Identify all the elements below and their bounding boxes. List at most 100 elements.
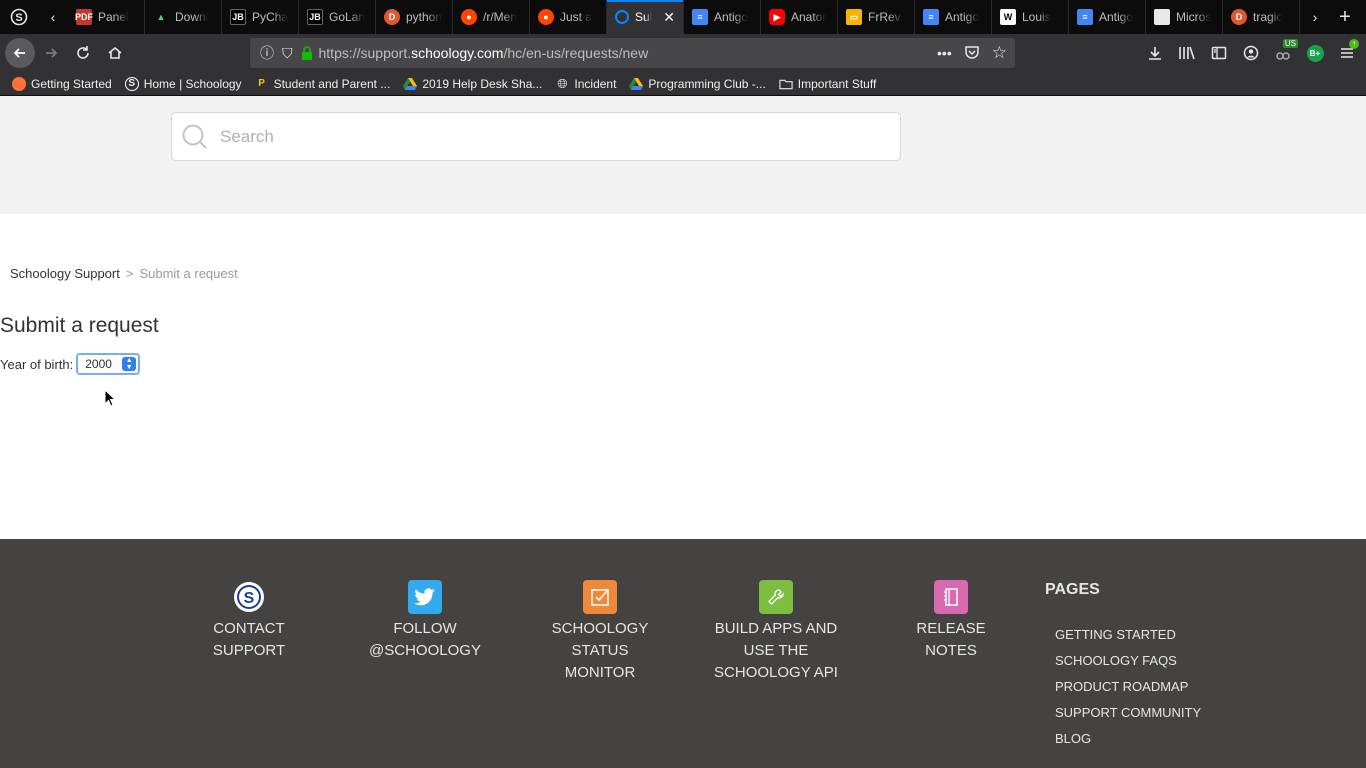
extension-b-icon: B+ (1306, 44, 1324, 62)
lock-icon[interactable] (301, 46, 313, 60)
forward-button[interactable] (35, 37, 67, 69)
bookmark-home-schoology[interactable]: S Home | Schoology (124, 76, 242, 91)
search-input[interactable] (220, 126, 820, 147)
footer-link-blog[interactable]: BLOG (1055, 731, 1201, 757)
list-all-tabs-button[interactable]: ⌄ (1360, 0, 1366, 34)
sidebar-button[interactable] (1206, 37, 1232, 69)
bookmarks-toolbar: Getting Started S Home | Schoology P Stude… (0, 72, 1366, 96)
tab[interactable]: Micros (1146, 0, 1223, 34)
bookmark-student-parent[interactable]: P Student and Parent ... (255, 77, 390, 91)
update-available-icon: ↑ (1349, 39, 1359, 49)
tab[interactable]: ▶ Anator (761, 0, 838, 34)
footer: S CONTACT SUPPORT FOLLOW @SCHOOLOGY SCHO… (0, 539, 1366, 768)
tab[interactable]: ≡ Antigo (1069, 0, 1146, 34)
account-icon (1243, 45, 1259, 61)
back-button[interactable] (5, 38, 35, 68)
close-tab-icon[interactable]: ✕ (663, 9, 675, 26)
grammar-extension-button[interactable]: B+ (1302, 37, 1328, 69)
vpn-extension-button[interactable]: US (1270, 37, 1298, 69)
footer-contact-support[interactable]: S CONTACT SUPPORT (174, 580, 324, 662)
tab-active[interactable]: Sul ✕ (607, 0, 684, 34)
menu-button[interactable]: ↑ (1334, 37, 1360, 69)
sidebar-icon (1211, 46, 1227, 60)
tab[interactable]: JB GoLan (299, 0, 376, 34)
bookmark-star-icon[interactable]: ☆ (992, 43, 1007, 63)
page-title: Submit a request (0, 314, 159, 337)
url-bar[interactable]: ⓘ ⛉ https://support.schoology.com/hc/en-… (250, 38, 1015, 68)
chevron-right-icon: › (1312, 9, 1318, 25)
download-icon (1149, 47, 1161, 60)
reddit-icon: ● (538, 9, 554, 25)
breadcrumb-separator: > (125, 266, 134, 281)
extension-badge: US (1282, 39, 1298, 48)
tab[interactable]: ≡ Antigo (915, 0, 992, 34)
footer-follow-twitter[interactable]: FOLLOW @SCHOOLOGY (350, 580, 500, 662)
tab[interactable]: W Louis (992, 0, 1069, 34)
slides-icon: ▭ (846, 9, 862, 25)
library-button[interactable] (1174, 37, 1200, 69)
docs-icon: ≡ (692, 9, 708, 25)
globe-icon: 🌐︎ (557, 75, 568, 91)
tab[interactable]: ●/r/Men (453, 0, 530, 34)
scroll-tabs-right-button[interactable]: › (1300, 0, 1330, 34)
footer-link-product-roadmap[interactable]: PRODUCT ROADMAP (1055, 679, 1201, 705)
info-icon[interactable]: ⓘ (260, 43, 274, 63)
pdf-icon: PDF (75, 9, 93, 25)
bookmark-help-desk[interactable]: 2019 Help Desk Sha... (403, 77, 542, 91)
reddit-icon: ● (461, 9, 477, 25)
duckduckgo-icon: D (1231, 9, 1247, 25)
tracking-shield-icon[interactable]: ⛉ (282, 45, 293, 62)
pinned-tab-schoology[interactable]: S (0, 0, 38, 34)
bookmark-folder-important-stuff[interactable]: Important Stuff (779, 77, 876, 91)
year-of-birth-field: Year of birth: 2000 ▲ ▼ (0, 353, 141, 375)
home-button[interactable] (99, 37, 131, 69)
chevron-left-icon: ‹ (50, 9, 56, 25)
reload-icon (77, 46, 89, 59)
scroll-tabs-left-button[interactable]: ‹ (38, 0, 68, 34)
bookmark-programming-club[interactable]: Programming Club -... (629, 77, 766, 91)
docs-icon: ≡ (1077, 9, 1093, 25)
new-tab-button[interactable]: + (1330, 0, 1360, 34)
year-of-birth-stepper[interactable]: 2000 ▲ ▼ (76, 353, 141, 375)
tab[interactable]: PDF Panel (68, 0, 145, 34)
schoology-s-icon: S (10, 8, 28, 26)
footer-build-apps-api[interactable]: BUILD APPS AND USE THE SCHOOLOGY API (701, 580, 851, 684)
year-of-birth-value: 2000 (85, 357, 112, 371)
url-text[interactable]: https://support.schoology.com/hc/en-us/r… (319, 45, 649, 61)
tab[interactable]: ▭ FrRev. (838, 0, 915, 34)
footer-link-support-community[interactable]: SUPPORT COMMUNITY (1055, 705, 1201, 731)
footer-pages-list: GETTING STARTED SCHOOLOGY FAQS PRODUCT R… (1055, 627, 1201, 757)
tab[interactable]: Dtragic (1223, 0, 1300, 34)
tab[interactable]: ● Just a (530, 0, 607, 34)
account-button[interactable] (1238, 37, 1264, 69)
breadcrumb-link-support[interactable]: Schoology Support (10, 266, 120, 281)
twitter-icon (408, 580, 442, 614)
downloads-button[interactable] (1142, 37, 1168, 69)
jetbrains-icon: JB (307, 9, 323, 25)
stepper-arrows-icon[interactable]: ▲ ▼ (122, 357, 137, 371)
toolbar-right: US B+ ↑ (1142, 34, 1366, 72)
reload-button[interactable] (67, 37, 99, 69)
url-prefix: https://support. (318, 45, 412, 61)
footer-link-getting-started[interactable]: GETTING STARTED (1055, 627, 1201, 653)
page-actions-icon[interactable]: ••• (937, 45, 952, 61)
tab[interactable]: ▲ Downl (145, 0, 222, 34)
search-section (0, 96, 1366, 214)
tab[interactable]: Dpython (376, 0, 453, 34)
notebook-icon (934, 580, 968, 614)
footer-status-monitor[interactable]: SCHOOLOGY STATUS MONITOR (525, 580, 675, 684)
breadcrumb-current: Submit a request (139, 266, 238, 281)
tab[interactable]: ≡ Antigo (684, 0, 761, 34)
docs-icon: ≡ (923, 9, 939, 25)
pocket-icon[interactable] (964, 44, 980, 63)
footer-link-schoology-faqs[interactable]: SCHOOLOGY FAQS (1055, 653, 1201, 679)
schoology-s-icon: S (232, 580, 266, 614)
tab[interactable]: JB PyCha (222, 0, 299, 34)
bookmark-incident[interactable]: 🌐︎ Incident (555, 75, 616, 91)
bookmark-getting-started[interactable]: Getting Started (12, 76, 112, 91)
footer-release-notes[interactable]: RELEASE NOTES (876, 580, 1026, 662)
url-domain: schoology.com (411, 45, 504, 61)
search-field[interactable] (171, 112, 901, 161)
arrow-left-icon (13, 48, 25, 58)
status-check-icon (583, 580, 617, 614)
